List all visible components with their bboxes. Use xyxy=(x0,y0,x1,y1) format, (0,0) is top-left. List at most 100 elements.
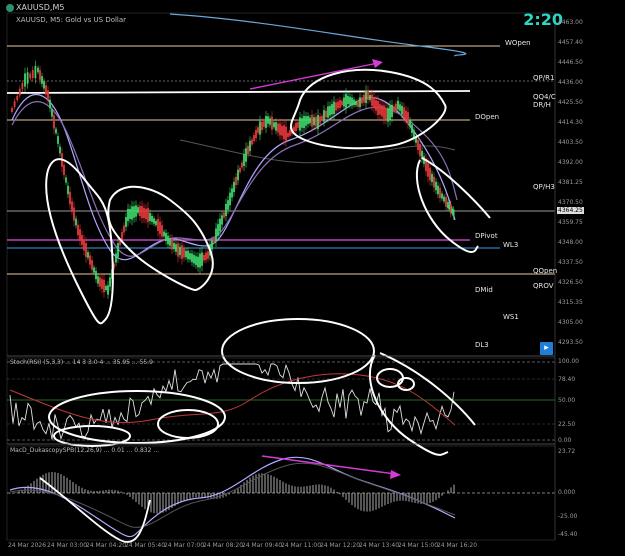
candle-body xyxy=(21,82,24,90)
candle-body xyxy=(393,106,395,112)
candle-body xyxy=(197,256,199,268)
candle-body xyxy=(67,185,69,195)
candle-body xyxy=(11,108,13,112)
price-tick: 4305.00 xyxy=(558,319,583,326)
candle-body xyxy=(101,279,103,289)
candle-body xyxy=(273,122,275,128)
price-tick: 4403.50 xyxy=(558,139,583,146)
candle-body xyxy=(317,115,319,129)
candle-body xyxy=(145,208,147,220)
stoch-tick: 50.00 xyxy=(558,397,576,404)
price-tick: 4315.35 xyxy=(558,299,583,306)
candle-body xyxy=(337,101,339,109)
candle-body xyxy=(235,176,237,186)
candle-body xyxy=(137,207,139,213)
candle-body xyxy=(303,115,305,129)
candle-body xyxy=(257,127,259,133)
candle-body xyxy=(41,76,43,84)
candle-body xyxy=(249,140,251,152)
candle-body xyxy=(261,121,263,131)
candle-body xyxy=(13,101,16,107)
candle-body xyxy=(87,252,89,258)
candle-body xyxy=(301,118,303,128)
level-label-qpr1: QP/R1 xyxy=(533,74,555,82)
trading-chart[interactable]: XAUUSD,M5 XAUUSD, M5: Gold vs US Dollar … xyxy=(0,0,625,552)
candle-body xyxy=(173,242,175,250)
candle-body xyxy=(115,253,117,263)
candle-body xyxy=(431,173,433,183)
candle-body xyxy=(205,252,207,261)
candle-body xyxy=(295,122,297,132)
candle-body xyxy=(18,88,21,96)
candle-body xyxy=(83,239,85,251)
scroll-to-end-button[interactable]: ▸ xyxy=(540,342,553,355)
candle-body xyxy=(401,105,403,115)
candle-body xyxy=(321,115,323,121)
candle-body xyxy=(297,122,299,128)
candle-body xyxy=(319,116,321,124)
candle-body xyxy=(395,103,397,111)
candle-body xyxy=(397,100,399,110)
candle-body xyxy=(359,97,361,108)
candle-body xyxy=(315,116,317,127)
stoch-tick: 100.00 xyxy=(558,358,579,365)
candle-body xyxy=(293,126,295,132)
candle-body xyxy=(95,270,97,280)
candle-body xyxy=(189,253,191,260)
candle-body xyxy=(285,126,287,141)
time-tick: 24 Mar 07:00 xyxy=(164,542,205,549)
candle-body xyxy=(177,243,179,257)
candle-body xyxy=(311,114,313,127)
candle-body xyxy=(65,177,67,183)
stoch-tick: 0.00 xyxy=(558,437,572,444)
candle-body xyxy=(445,197,447,207)
time-tick: 24 Mar 05:40 xyxy=(125,542,166,549)
candle-body xyxy=(391,104,393,118)
candle-body xyxy=(37,67,39,73)
candle-body xyxy=(387,108,389,122)
candle-body xyxy=(267,116,269,124)
candle-body xyxy=(203,255,205,261)
candle-body xyxy=(193,254,195,264)
candle-body xyxy=(231,188,233,198)
candle-body xyxy=(289,130,291,136)
candle-body xyxy=(335,102,337,111)
candle-body xyxy=(127,208,129,222)
candle-body xyxy=(157,218,159,232)
candle-body xyxy=(253,135,255,141)
candle-body xyxy=(427,163,429,177)
candle-body xyxy=(217,224,219,236)
candle-body xyxy=(89,255,91,265)
candle-body xyxy=(49,99,51,109)
candle-body xyxy=(139,205,141,217)
candle-body xyxy=(73,207,75,221)
candle-body xyxy=(435,181,437,191)
candle-body xyxy=(271,116,273,130)
level-label-ws1: WS1 xyxy=(503,313,519,321)
time-tick: 24 Mar 04:20 xyxy=(86,542,127,549)
candle-body xyxy=(405,110,407,121)
candle-body xyxy=(433,176,435,188)
candle-body xyxy=(55,128,57,134)
level-label-drh: DR/H xyxy=(533,101,551,109)
price-tick: 4457.40 xyxy=(558,39,583,46)
chart-canvas[interactable] xyxy=(0,0,625,552)
level-label-qopen: QOpen xyxy=(533,267,558,275)
candle-body xyxy=(171,238,173,250)
candle-body xyxy=(385,107,387,120)
candle-body xyxy=(57,136,59,144)
candle-body xyxy=(225,203,227,217)
price-tick: 4370.50 xyxy=(558,199,583,206)
candle-body xyxy=(117,243,119,257)
candle-body xyxy=(199,253,201,268)
symbol-icon xyxy=(6,4,14,12)
candle-body xyxy=(237,169,239,181)
candle-body xyxy=(417,140,419,150)
candle-body xyxy=(281,125,283,136)
candle-body xyxy=(349,96,351,105)
time-tick: 24 Mar 15:00 xyxy=(398,542,439,549)
candle-body xyxy=(109,277,111,287)
candle-body xyxy=(219,218,221,232)
candle-body xyxy=(347,95,349,105)
candle-body xyxy=(251,139,253,145)
